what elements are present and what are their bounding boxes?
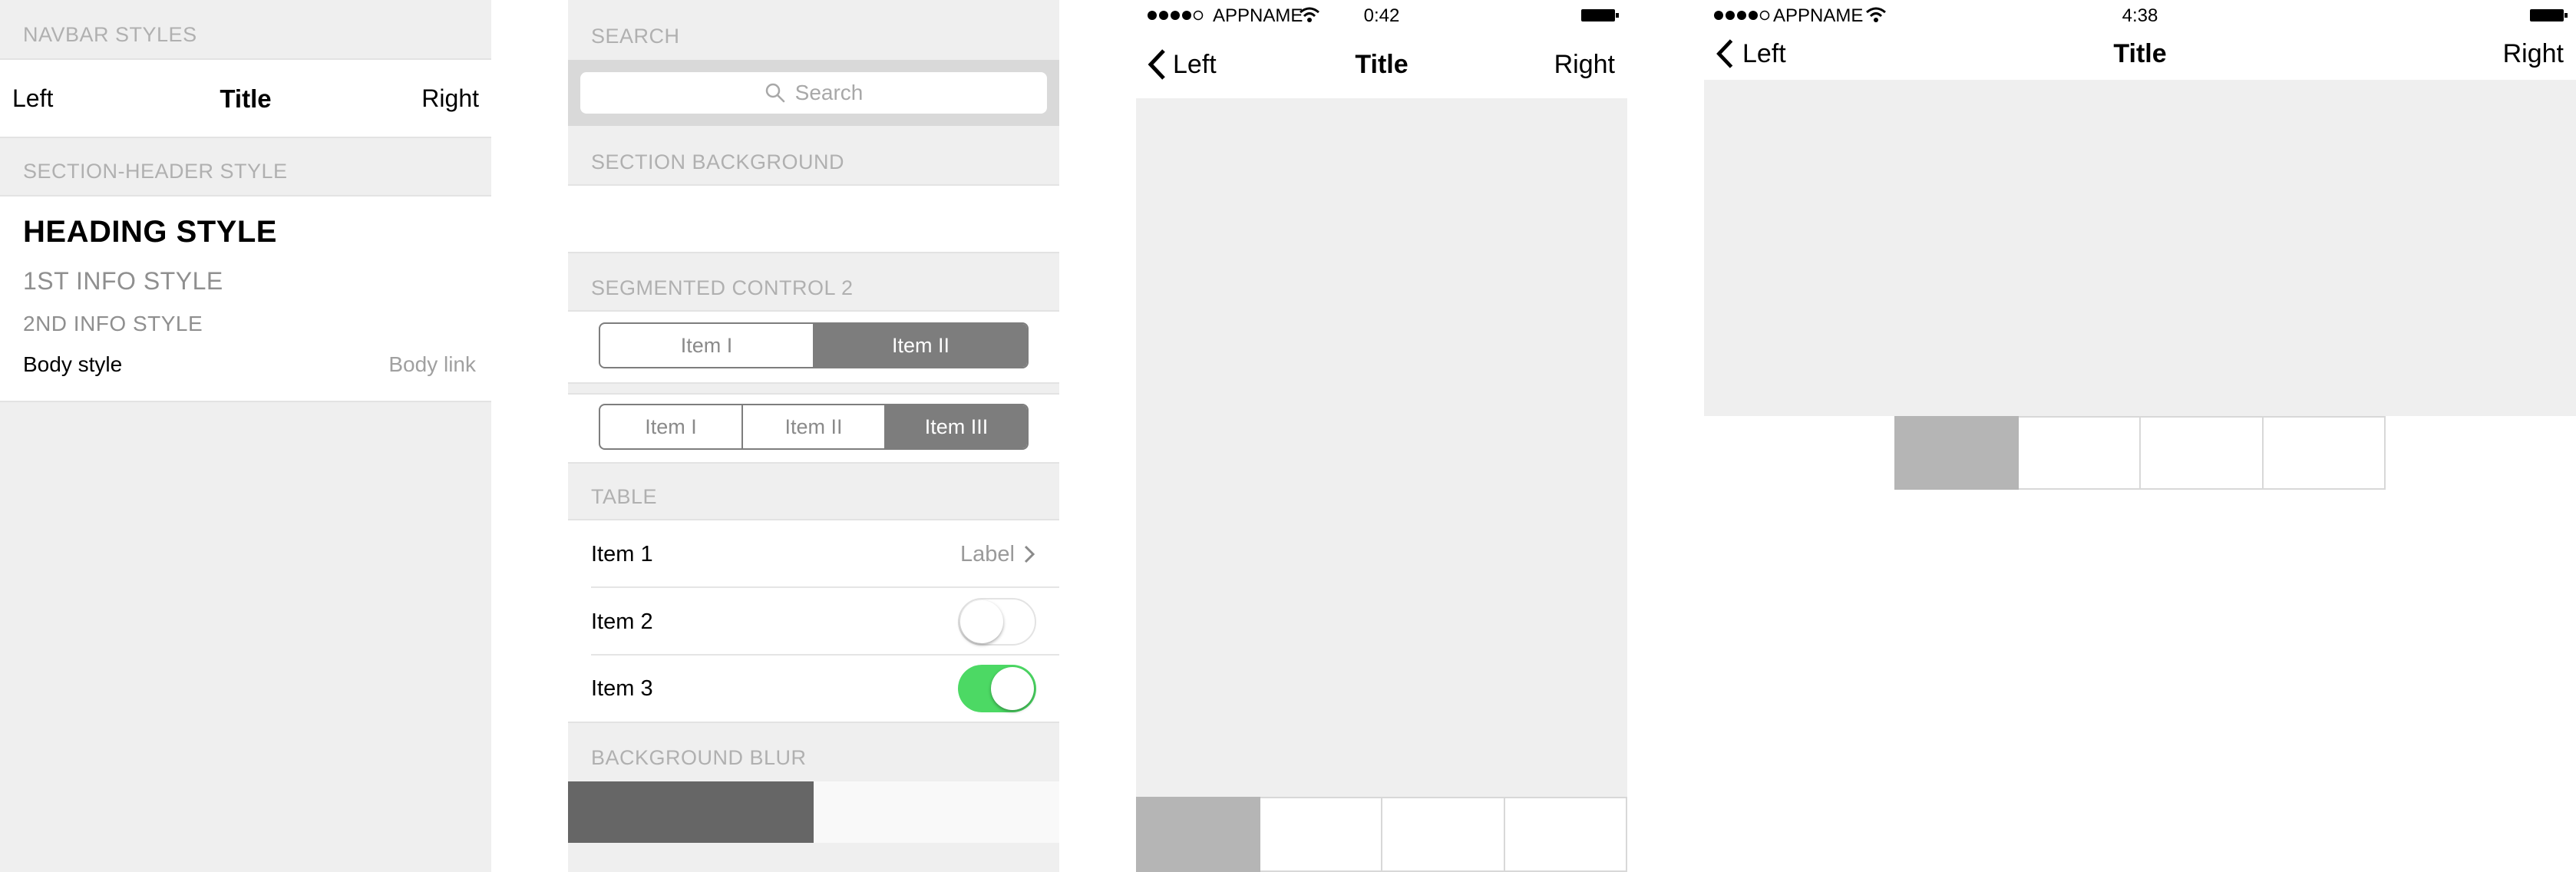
content-area xyxy=(1136,98,1627,797)
search-header: SEARCH xyxy=(591,25,680,48)
phone-screen-2: APPNAME 4:38 Left Title Right xyxy=(1704,0,2576,872)
navbar-title: Title xyxy=(220,84,272,113)
tab-bar xyxy=(1136,797,1627,872)
tab-bar xyxy=(1894,416,2386,490)
tab-item[interactable] xyxy=(2263,416,2386,490)
status-bar: APPNAME 0:42 xyxy=(1136,0,1627,31)
navbar-styles-header: NAVBAR STYLES xyxy=(23,23,197,46)
components-panel: SEARCH Search SECTION BACKGROUND SEGMENT… xyxy=(568,0,1059,872)
search-placeholder: Search xyxy=(794,81,864,104)
segmented-control-three: Item I Item II Item III xyxy=(599,404,1029,450)
content-area xyxy=(1704,80,2576,416)
back-button[interactable]: Left xyxy=(1147,48,1217,81)
chevron-left-icon xyxy=(1716,39,1733,68)
style-guide-panel: NAVBAR STYLES Left Title Right SECTION-H… xyxy=(0,0,491,872)
tab-item[interactable] xyxy=(2141,416,2264,490)
search-icon xyxy=(765,83,784,103)
section-background-sample xyxy=(568,184,1059,253)
body-style-text: Body style xyxy=(23,352,123,376)
back-button-label: Left xyxy=(1742,38,1786,68)
back-button-label: Left xyxy=(1173,49,1217,79)
background-blur-header: BACKGROUND BLUR xyxy=(591,746,807,769)
segment-item[interactable]: Item II xyxy=(743,405,886,448)
search-input[interactable]: Search xyxy=(580,72,1047,114)
table-row: Item 3 xyxy=(568,656,1059,723)
tab-item[interactable] xyxy=(2018,416,2141,490)
table-row[interactable]: Item 1 Label xyxy=(568,520,1059,588)
navbar-right-button[interactable]: Right xyxy=(421,84,479,113)
section-background-header: SECTION BACKGROUND xyxy=(591,150,845,173)
segment-item[interactable]: Item I xyxy=(600,405,743,448)
info-style-2: 2ND INFO STYLE xyxy=(23,312,203,335)
search-bar: Search xyxy=(568,60,1059,126)
info-style-1: 1ST INFO STYLE xyxy=(23,267,223,295)
text-styles-sample: HEADING STYLE 1ST INFO STYLE 2ND INFO ST… xyxy=(0,195,491,402)
navigation-right-button[interactable]: Right xyxy=(2503,39,2564,69)
blur-sample-dark xyxy=(568,781,814,843)
table-row-label: Item 1 xyxy=(591,541,653,566)
status-time: 0:42 xyxy=(1363,5,1400,26)
table-row: Item 2 xyxy=(568,588,1059,656)
toggle-switch-off[interactable] xyxy=(958,598,1036,646)
back-button[interactable]: Left xyxy=(1715,38,1786,69)
toggle-switch-on[interactable] xyxy=(958,665,1036,712)
table-header: TABLE xyxy=(591,485,658,508)
battery-icon xyxy=(2530,9,2568,21)
chevron-right-icon xyxy=(1024,545,1035,563)
segment-item[interactable]: Item I xyxy=(600,324,814,367)
toggle-knob xyxy=(991,667,1034,710)
toggle-knob xyxy=(960,600,1003,643)
blur-sample-light xyxy=(814,781,1059,843)
table-row-detail: Label xyxy=(960,541,1015,566)
battery-icon xyxy=(1581,9,1619,21)
navigation-title: Title xyxy=(2113,38,2167,68)
navbar-sample: Left Title Right xyxy=(0,58,491,138)
body-link[interactable]: Body link xyxy=(388,352,476,377)
table-row-label: Item 2 xyxy=(591,609,653,634)
segment-item[interactable]: Item III xyxy=(886,405,1027,448)
tab-item[interactable] xyxy=(1382,797,1505,872)
tab-item[interactable] xyxy=(1504,797,1627,872)
phone-screen-1: APPNAME 0:42 Left Title Right xyxy=(1136,0,1627,872)
table-row-label: Item 3 xyxy=(591,675,653,701)
section-header-style-label: SECTION-HEADER STYLE xyxy=(23,160,288,183)
segmented-control-header: SEGMENTED CONTROL 2 xyxy=(591,276,854,299)
tab-item[interactable] xyxy=(1260,797,1382,872)
tab-item[interactable] xyxy=(1894,416,2019,490)
navigation-bar: Left Title Right xyxy=(1704,21,2576,86)
segment-item[interactable]: Item II xyxy=(814,324,1027,367)
tab-item[interactable] xyxy=(1136,797,1260,872)
navigation-right-button[interactable]: Right xyxy=(1554,50,1615,80)
chevron-left-icon xyxy=(1148,49,1165,80)
navigation-bar: Left Title Right xyxy=(1136,31,1627,98)
segmented-control-two: Item I Item II xyxy=(599,322,1029,368)
heading-style: HEADING STYLE xyxy=(23,215,277,249)
